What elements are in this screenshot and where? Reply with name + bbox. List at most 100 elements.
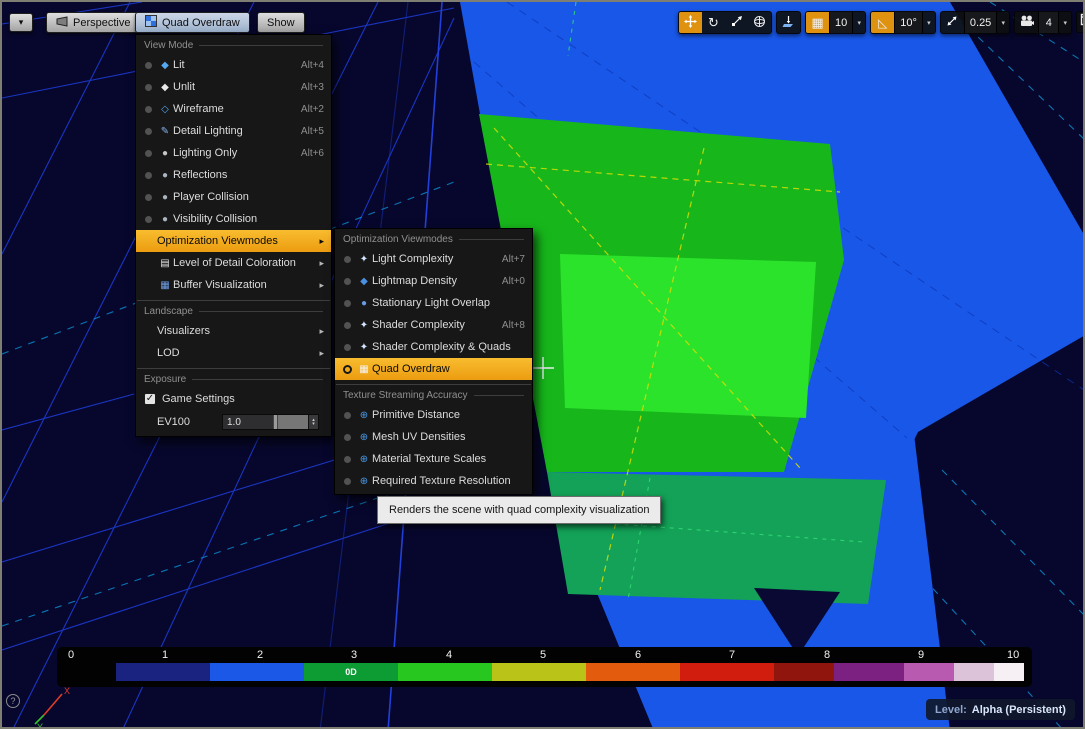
camera-speed-value[interactable]: 4 <box>1038 12 1058 33</box>
scale-icon <box>731 15 743 30</box>
view-mode-button[interactable]: Quad Overdraw <box>135 12 250 33</box>
menu-item-game-settings[interactable]: ✓ Game Settings <box>136 388 331 410</box>
submenu-section-optimization: Optimization Viewmodes <box>335 231 532 248</box>
move-icon <box>684 15 697 31</box>
ev100-slider[interactable]: 1.0 ▴▾ <box>222 414 319 430</box>
menu-item-shader-complexity-quads[interactable]: ✦ Shader Complexity & Quads <box>335 336 532 358</box>
menu-section-view-mode: View Mode <box>136 37 331 54</box>
ev100-spinner[interactable]: ▴▾ <box>308 415 318 429</box>
menu-section-landscape: Landscape <box>136 303 331 320</box>
game-settings-checkbox[interactable]: ✓ <box>144 393 156 405</box>
menu-item-shader-complexity[interactable]: ✦ Shader Complexity Alt+8 <box>335 314 532 336</box>
scale-snap-value[interactable]: 0.25 <box>964 12 996 33</box>
grid-snap-dropdown[interactable]: ▾ <box>852 12 865 33</box>
shortcut-label: Alt+8 <box>502 320 525 331</box>
move-tool-button[interactable] <box>679 12 702 33</box>
menu-item-lighting-only[interactable]: ● Lighting Only Alt+6 <box>136 142 331 164</box>
menu-item-buffer-visualization[interactable]: ▦ Buffer Visualization ▸ <box>136 274 331 296</box>
view-mode-label: Quad Overdraw <box>162 17 240 29</box>
menu-item-quad-overdraw[interactable]: ▦ Quad Overdraw <box>335 358 532 380</box>
submenu-arrow-icon: ▸ <box>319 258 324 269</box>
quad-overdraw-icon: ▦ <box>356 364 372 375</box>
scale-tool-button[interactable] <box>725 12 748 33</box>
camera-icon <box>1020 15 1034 30</box>
radio-dot <box>145 150 152 157</box>
scale-snap-toggle[interactable] <box>941 12 964 33</box>
shader-complexity-icon: ✦ <box>356 320 372 331</box>
tooltip: Renders the scene with quad complexity v… <box>377 496 661 524</box>
detail-lighting-icon: ✎ <box>157 126 173 137</box>
menu-item-reflections[interactable]: ● Reflections <box>136 164 331 186</box>
show-label: Show <box>267 17 295 29</box>
grid-snap-toggle[interactable]: ▦ <box>806 12 829 33</box>
caret-down-icon: ▾ <box>857 19 861 27</box>
rotation-snap-toggle[interactable]: ◺ <box>871 12 894 33</box>
visibility-collision-icon: ● <box>157 214 173 225</box>
overdraw-bright-green-quad <box>560 254 816 418</box>
rotation-snap-value[interactable]: 10° <box>894 12 922 33</box>
shortcut-label: Alt+2 <box>301 104 324 115</box>
lit-icon: ◆ <box>157 60 173 71</box>
menu-item-optimization-viewmodes[interactable]: Optimization Viewmodes ▸ <box>136 230 331 252</box>
menu-item-lod[interactable]: LOD ▸ <box>136 342 331 364</box>
show-button[interactable]: Show <box>257 12 305 33</box>
menu-item-light-complexity[interactable]: ✦ Light Complexity Alt+7 <box>335 248 532 270</box>
scale-snap-dropdown[interactable]: ▾ <box>996 12 1009 33</box>
menu-item-visualizers[interactable]: Visualizers ▸ <box>136 320 331 342</box>
menu-item-lit[interactable]: ◆ Lit Alt+4 <box>136 54 331 76</box>
caret-down-icon: ▾ <box>1064 19 1068 27</box>
shortcut-label: Alt+4 <box>301 60 324 71</box>
level-badge[interactable]: Level: Alpha (Persistent) <box>926 699 1075 720</box>
menu-item-wireframe[interactable]: ◇ Wireframe Alt+2 <box>136 98 331 120</box>
submenu-arrow-icon: ▸ <box>319 236 324 247</box>
camera-speed-dropdown[interactable]: ▾ <box>1058 12 1071 33</box>
radio-dot <box>344 412 351 419</box>
unlit-icon: ◆ <box>157 82 173 93</box>
menu-item-mesh-uv-densities[interactable]: ⊕ Mesh UV Densities <box>335 426 532 448</box>
ev100-row: EV100 1.0 ▴▾ <box>136 410 331 434</box>
grid-snap-value[interactable]: 10 <box>829 12 852 33</box>
menu-item-lod-coloration[interactable]: ▤ Level of Detail Coloration ▸ <box>136 252 331 274</box>
level-value: Alpha (Persistent) <box>972 704 1066 716</box>
menu-item-lightmap-density[interactable]: ◆ Lightmap Density Alt+0 <box>335 270 532 292</box>
perspective-button[interactable]: Perspective <box>46 12 140 33</box>
radio-dot <box>344 344 351 351</box>
transform-tools-group: ↻ <box>678 11 772 34</box>
maximize-viewport-button[interactable] <box>1076 11 1085 33</box>
menu-item-required-texture-resolution[interactable]: ⊕ Required Texture Resolution <box>335 470 532 492</box>
shortcut-label: Alt+6 <box>301 148 324 159</box>
submenu-section-texture-streaming: Texture Streaming Accuracy <box>335 387 532 404</box>
menu-item-detail-lighting[interactable]: ✎ Detail Lighting Alt+5 <box>136 120 331 142</box>
light-complexity-icon: ✦ <box>356 254 372 265</box>
lighting-only-icon: ● <box>157 148 173 159</box>
checkmark-icon: ✓ <box>145 394 155 404</box>
shader-complexity-quads-icon: ✦ <box>356 342 372 353</box>
menu-item-visibility-collision[interactable]: ● Visibility Collision <box>136 208 331 230</box>
menu-item-stationary-light-overlap[interactable]: ● Stationary Light Overlap <box>335 292 532 314</box>
scale-snap-icon <box>946 15 958 30</box>
viewport-window: ▾ Perspective Quad Overdraw Show ↻ <box>0 0 1085 729</box>
menu-item-primitive-distance[interactable]: ⊕ Primitive Distance <box>335 404 532 426</box>
world-space-toggle-button[interactable] <box>748 12 771 33</box>
legend-color-bands: 0D <box>116 663 1024 681</box>
mesh-uv-densities-icon: ⊕ <box>356 432 372 443</box>
viewport-options-button[interactable]: ▾ <box>9 13 33 32</box>
camera-speed-button[interactable] <box>1015 12 1038 33</box>
menu-item-player-collision[interactable]: ● Player Collision <box>136 186 331 208</box>
wireframe-icon: ◇ <box>157 104 173 115</box>
overdraw-marker: 0D <box>345 667 357 677</box>
help-icon[interactable]: ? <box>6 694 20 708</box>
caret-down-icon: ▾ <box>1002 19 1006 27</box>
rotation-snap-dropdown[interactable]: ▾ <box>922 12 935 33</box>
lod-coloration-icon: ▤ <box>157 258 173 269</box>
radio-dot <box>145 194 152 201</box>
radio-dot <box>344 322 351 329</box>
surface-snap-button[interactable] <box>777 12 800 33</box>
perspective-label: Perspective <box>73 17 130 29</box>
overdraw-legend: 012345678910 0D <box>57 647 1032 687</box>
ev100-label: EV100 <box>157 416 222 428</box>
rotate-tool-button[interactable]: ↻ <box>702 12 725 33</box>
menu-item-material-texture-scales[interactable]: ⊕ Material Texture Scales <box>335 448 532 470</box>
menu-item-unlit[interactable]: ◆ Unlit Alt+3 <box>136 76 331 98</box>
transform-toolbar: ↻ ▦ 10 ▾ ◺ 10° ▾ <box>678 11 1085 34</box>
